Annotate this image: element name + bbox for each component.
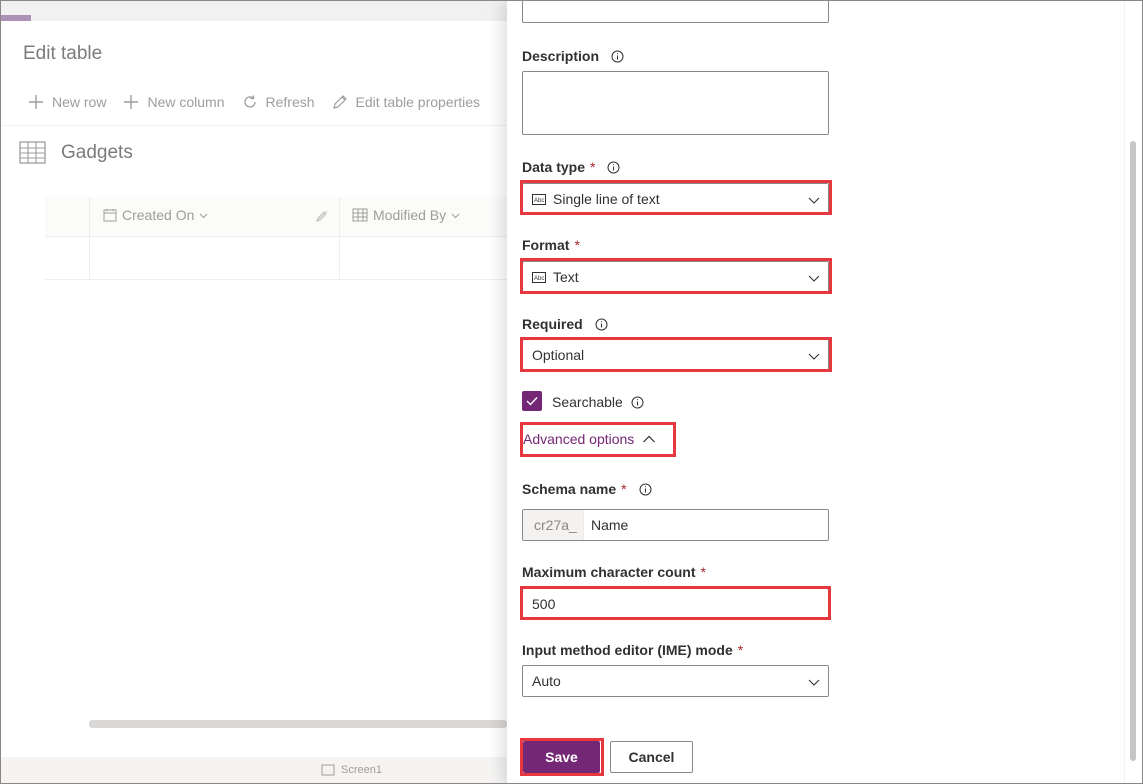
- svg-text:Abc: Abc: [534, 276, 544, 282]
- data-type-label-text: Data type: [522, 159, 586, 175]
- abc-text-icon: Abc: [532, 193, 546, 205]
- searchable-checkbox[interactable]: [522, 391, 542, 411]
- info-icon[interactable]: [631, 396, 644, 409]
- chevron-up-icon: [643, 435, 656, 443]
- max-character-count-label: Maximum character count *: [522, 564, 706, 580]
- svg-text:Abc: Abc: [534, 198, 544, 204]
- ime-mode-label: Input method editor (IME) mode *: [522, 642, 743, 658]
- format-label-text: Format: [522, 237, 570, 253]
- required-asterisk: *: [737, 642, 744, 658]
- description-textarea[interactable]: [522, 71, 829, 135]
- format-value: Text: [553, 269, 579, 285]
- schema-name-input[interactable]: [584, 510, 828, 540]
- info-icon[interactable]: [595, 318, 608, 331]
- advanced-options-label: Advanced options: [523, 431, 635, 447]
- chevron-down-icon: [808, 679, 820, 686]
- display-name-input[interactable]: [522, 1, 829, 23]
- pane-scrollbar-thumb[interactable]: [1130, 141, 1136, 761]
- info-icon[interactable]: [639, 483, 652, 496]
- max-character-count-label-text: Maximum character count: [522, 564, 696, 580]
- required-label-text: Required: [522, 316, 583, 332]
- required-dropdown[interactable]: Optional: [522, 339, 829, 371]
- checkmark-icon: [526, 397, 538, 406]
- schema-prefix: cr27a_: [523, 510, 584, 540]
- format-label: Format *: [522, 237, 580, 253]
- schema-name-label: Schema name *: [522, 481, 652, 497]
- window-frame: Edit table New row New column Refresh Ed…: [0, 0, 1143, 784]
- cancel-button[interactable]: Cancel: [610, 741, 693, 773]
- chevron-down-icon: [808, 275, 820, 282]
- description-label-text: Description: [522, 48, 600, 64]
- required-label: Required: [522, 316, 608, 332]
- format-dropdown[interactable]: Abc Text: [522, 261, 829, 293]
- required-asterisk: *: [590, 159, 596, 175]
- save-button[interactable]: Save: [523, 741, 600, 773]
- max-character-count-input[interactable]: [522, 588, 829, 620]
- abc-text-icon: Abc: [532, 271, 546, 283]
- ime-mode-value: Auto: [532, 673, 561, 689]
- data-type-label: Data type *: [522, 159, 620, 175]
- data-type-value: Single line of text: [553, 191, 660, 207]
- schema-name-field: cr27a_: [522, 509, 829, 541]
- searchable-label-text: Searchable: [552, 394, 623, 410]
- ime-mode-label-text: Input method editor (IME) mode: [522, 642, 733, 658]
- required-asterisk: *: [574, 237, 580, 253]
- info-icon[interactable]: [607, 161, 620, 174]
- chevron-down-icon: [808, 197, 820, 204]
- ime-mode-dropdown[interactable]: Auto: [522, 665, 829, 697]
- info-icon[interactable]: [611, 50, 624, 63]
- required-asterisk: *: [700, 564, 706, 580]
- searchable-label: Searchable: [552, 394, 644, 410]
- schema-name-label-text: Schema name: [522, 481, 617, 497]
- required-value: Optional: [532, 347, 585, 363]
- chevron-down-icon: [808, 353, 820, 360]
- background-overlay: [1, 1, 507, 783]
- data-type-dropdown[interactable]: Abc Single line of text: [522, 183, 829, 215]
- advanced-options-toggle[interactable]: Advanced options: [523, 431, 656, 447]
- description-label: Description: [522, 48, 624, 64]
- required-asterisk: *: [621, 481, 627, 497]
